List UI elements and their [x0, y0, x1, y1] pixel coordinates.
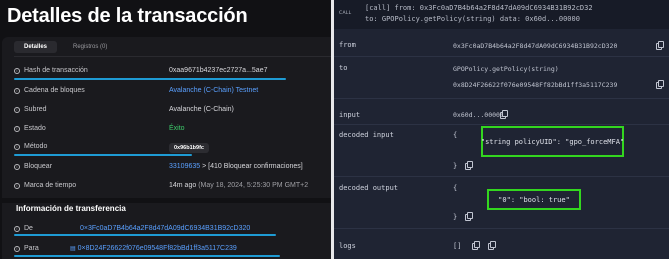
page-title: Detalles de la transacción — [7, 5, 248, 27]
subnet-label: Subred — [24, 106, 47, 113]
row-chain: i Cadena de bloques Avalanche (C-Chain) T… — [14, 87, 331, 101]
from-address-link[interactable]: 0×3Fc0aD7B4b64a2F8d47dA09dC6934B31B92cD3… — [80, 225, 250, 232]
copy-icon[interactable] — [656, 41, 664, 50]
hash-value[interactable]: 0xaa9671b4237ec2727a...5ae7 — [169, 67, 267, 74]
to-underline — [14, 255, 280, 257]
debug-trace-panel: CALL [call] from: 0x3Fc0aD7B4b64a2F8d47d… — [334, 0, 669, 259]
from-underline — [14, 234, 276, 236]
decoded-output-highlight: "0": "bool: true" — [487, 189, 581, 210]
row-status: i Estado Éxito — [14, 125, 331, 139]
chain-label: Cadena de bloques — [24, 87, 85, 94]
hash-label: Hash de transacción — [24, 67, 88, 74]
timestamp-absolute: (May 18, 2024, 5:25:30 PM GMT+2 — [198, 182, 309, 189]
hash-underline — [14, 78, 286, 80]
timestamp-label: Marca de tiempo — [24, 182, 77, 189]
info-icon: i — [14, 106, 20, 113]
call-summary-line2: to: GPOPolicy.getPolicy(string) data: 0x… — [365, 15, 580, 23]
call-tag: CALL — [339, 11, 352, 16]
input-key: input — [339, 111, 361, 119]
contract-icon: ▤ — [70, 246, 76, 252]
from-label: De — [24, 225, 33, 232]
input-value: 0x60d...00000 — [453, 111, 504, 119]
row-from: i De 0×3Fc0aD7B4b64a2F8d47dA09dC6934B31B9… — [14, 225, 331, 239]
subnet-value: Avalanche (C-Chain) — [169, 106, 234, 113]
to-key: to — [339, 64, 348, 72]
block-number-link[interactable]: 33109635 — [169, 163, 200, 170]
logs-value: [] — [453, 242, 462, 250]
copy-icon[interactable] — [656, 80, 664, 89]
to-address-link[interactable]: 0×8D24F26622f076e09548Ff82bBd1ff3a5117C2… — [78, 245, 237, 252]
decoded-output-close-brace: } — [453, 213, 458, 221]
method-underline — [14, 154, 192, 156]
block-label: Bloquear — [24, 163, 53, 170]
row-subnet: i Subred Avalanche (C-Chain) — [14, 106, 331, 120]
decoded-input-highlight: "string policyUID": "gpo_forceMFA" — [481, 126, 624, 157]
info-icon: i — [14, 225, 20, 232]
decoded-output-key: decoded output — [339, 184, 399, 192]
info-icon: i — [14, 163, 20, 170]
section-divider — [2, 198, 331, 203]
status-value: Éxito — [169, 125, 185, 132]
logs-key: logs — [339, 242, 356, 250]
decoded-input-close-brace: } — [453, 162, 458, 170]
info-icon: i — [14, 143, 20, 150]
decoded-input-entry: "string policyUID": "gpo_forceMFA" — [480, 137, 625, 146]
method-label: Método — [24, 143, 48, 150]
info-icon: i — [14, 125, 20, 132]
chain-link[interactable]: Avalanche (C-Chain) Testnet — [169, 87, 258, 94]
to-address: 0x8D24F26622f076e09548Ff82bBd1ff3a5117C2… — [453, 81, 618, 89]
decoded-output-open-brace: { — [453, 184, 458, 192]
method-badge: 0x96b1b9fc — [169, 143, 209, 153]
status-label: Estado — [24, 125, 46, 132]
transaction-details-panel: Detalles de la transacción Detalles Regi… — [0, 0, 331, 259]
call-header: CALL [call] from: 0x3Fc0aD7B4b64a2F8d47d… — [334, 0, 669, 29]
to-method: GPOPolicy.getPolicy(string) — [453, 65, 559, 73]
tab-bar: Detalles Registros (0) — [14, 41, 117, 53]
block-confirmations: > [410 Bloquear confirmaciones] — [202, 163, 303, 170]
info-icon: i — [14, 245, 20, 252]
tab-divider — [14, 56, 331, 57]
row-timestamp: i Marca de tiempo 14m ago (May 18, 2024, … — [14, 182, 331, 196]
row-block: i Bloquear 33109635 > [410 Bloquear confi… — [14, 163, 331, 177]
copy-icon[interactable] — [465, 212, 473, 221]
call-summary-line1: [call] from: 0x3Fc0aD7B4b64a2F8d47dA09dC… — [365, 4, 593, 12]
info-icon: i — [14, 182, 20, 189]
copy-icon[interactable] — [500, 110, 508, 119]
info-icon: i — [14, 67, 20, 74]
decoded-input-key: decoded input — [339, 131, 394, 139]
copy-icon[interactable] — [488, 241, 496, 250]
transfer-section-title: Información de transferencia — [16, 204, 126, 213]
decoded-input-open-brace: { — [453, 131, 458, 139]
from-key: from — [339, 41, 356, 49]
tab-details[interactable]: Detalles — [14, 41, 58, 53]
tab-logs[interactable]: Registros (0) — [63, 41, 117, 53]
copy-icon[interactable] — [465, 161, 473, 170]
from-address: 0x3Fc0aD7B4b64a2F8d47dA09dC6934B31B92cD3… — [453, 42, 618, 50]
to-label: Para — [24, 245, 39, 252]
info-icon: i — [14, 87, 20, 94]
decoded-output-entry: "0": "bool: true" — [498, 195, 570, 204]
copy-icon[interactable] — [472, 241, 480, 250]
timestamp-relative: 14m ago — [169, 182, 197, 189]
